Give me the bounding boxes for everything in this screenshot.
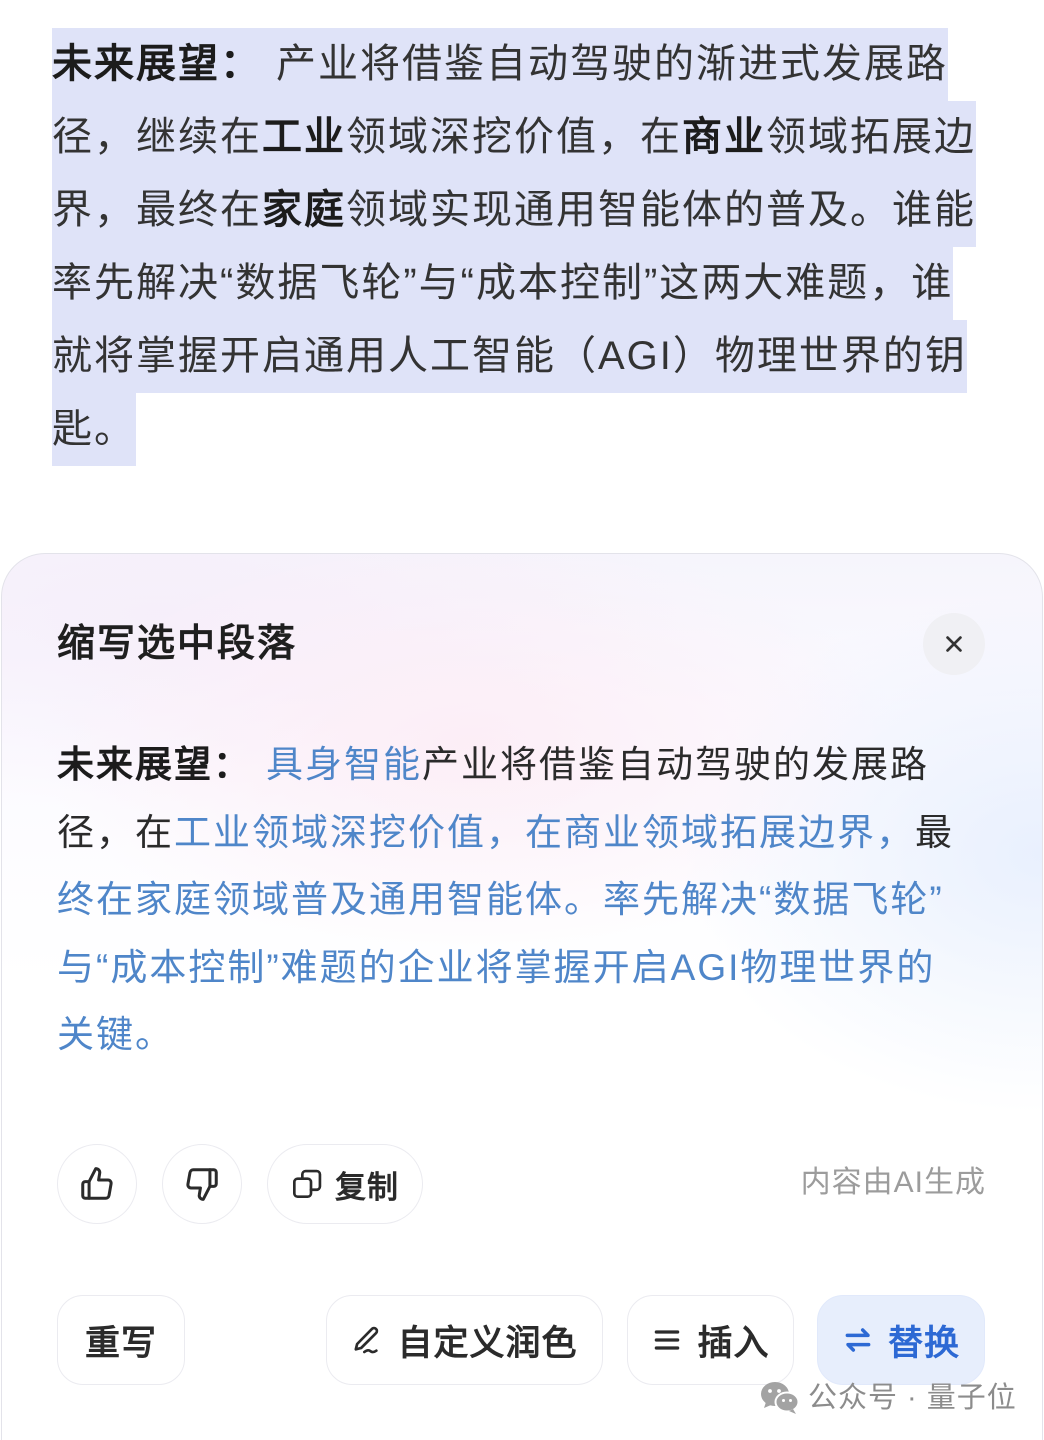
text-segment: 匙。: [52, 407, 136, 451]
result-line: 径，在工业领域深挖价值，在商业领域拓展边界，最: [57, 799, 1017, 867]
watermark: 公众号 · 量子位: [760, 1380, 1017, 1416]
copy-button[interactable]: 复制: [267, 1144, 423, 1224]
text-segment: 最: [915, 811, 954, 853]
revised-text: 具身智能: [266, 744, 422, 785]
revised-text: 工业领域深挖价值，在商业领域拓展边界，: [174, 811, 915, 853]
text-segment: 产业将借鉴自动驾驶的渐进式发展路: [276, 42, 948, 86]
text-segment: 就将掌握开启通用人工智能（AGI）物理世界的钥: [52, 334, 967, 378]
bold-text: 未来展望：: [57, 744, 252, 785]
copy-icon: [293, 1169, 322, 1198]
dislike-button[interactable]: [162, 1144, 242, 1224]
text-segment: 径，在: [57, 811, 174, 853]
paragraph-line: 界，最终在家庭领域实现通用智能体的普及。谁能: [52, 174, 1044, 247]
bold-text: 工业: [262, 115, 346, 159]
paragraph-line: 率先解决“数据飞轮”与“成本控制”这两大难题，谁: [52, 247, 1044, 320]
close-button[interactable]: [923, 613, 985, 675]
selection-highlight: 匙。: [52, 393, 136, 466]
revised-text: 与“成本控制”难题的企业将掌握开启AGI物理世界的: [57, 946, 936, 988]
bold-text: 家庭: [262, 188, 346, 232]
insert-label: 插入: [697, 1323, 770, 1363]
custom-polish-label: 自定义润色: [397, 1323, 578, 1363]
paragraph-line: 径，继续在工业领域深挖价值，在商业领域拓展边: [52, 101, 1044, 174]
bold-text: 商业: [682, 115, 766, 159]
ai-generated-notice: 内容由AI生成: [800, 1166, 986, 1199]
panel-title: 缩写选中段落: [57, 623, 298, 665]
thumbs-up-icon: [81, 1167, 113, 1200]
list-icon: [655, 1330, 680, 1350]
condensed-result-text: 未来展望： 具身智能产业将借鉴自动驾驶的发展路 径，在工业领域深挖价值，在商业领域…: [57, 731, 1017, 1069]
paragraph-line: 未来展望： 产业将借鉴自动驾驶的渐进式发展路: [52, 28, 1044, 101]
watermark-text: 公众号 · 量子位: [808, 1382, 1017, 1414]
text-segment: 领域实现通用智能体的普及。谁能: [346, 188, 976, 232]
revised-text: 终在家庭领域普及通用智能体。率先解决“数据飞轮”: [57, 879, 944, 920]
text-segment: 径，继续在: [52, 115, 262, 159]
copy-label: 复制: [335, 1169, 399, 1205]
like-button[interactable]: [57, 1144, 137, 1224]
thumbs-down-icon: [186, 1168, 218, 1201]
selection-highlight: 就将掌握开启通用人工智能（AGI）物理世界的钥: [52, 320, 967, 393]
selection-highlight: 径，继续在工业领域深挖价值，在商业领域拓展边: [52, 101, 976, 174]
revised-text: 关键。: [57, 1014, 174, 1055]
text-segment: 领域拓展边: [766, 115, 976, 159]
selection-highlight: 界，最终在家庭领域实现通用智能体的普及。谁能: [52, 174, 976, 247]
replace-label: 替换: [887, 1323, 960, 1363]
custom-polish-button[interactable]: 自定义润色: [326, 1295, 603, 1385]
replace-button[interactable]: 替换: [817, 1295, 985, 1385]
result-line: 未来展望： 具身智能产业将借鉴自动驾驶的发展路: [57, 731, 1017, 799]
result-line: 关键。: [57, 1001, 1017, 1069]
selection-highlight: 未来展望： 产业将借鉴自动驾驶的渐进式发展路: [52, 28, 948, 101]
selected-paragraph[interactable]: 未来展望： 产业将借鉴自动驾驶的渐进式发展路 径，继续在工业领域深挖价值，在商业领…: [52, 28, 1044, 466]
rewrite-label: 重写: [84, 1323, 157, 1363]
paragraph-line: 匙。: [52, 393, 1044, 466]
text-segment: 率先解决“数据飞轮”与“成本控制”这两大难题，谁: [52, 261, 954, 305]
result-line: 终在家庭领域普及通用智能体。率先解决“数据飞轮”: [57, 866, 1017, 934]
paragraph-line: 就将掌握开启通用人工智能（AGI）物理世界的钥: [52, 320, 1044, 393]
close-icon: [946, 636, 962, 652]
rewrite-button[interactable]: 重写: [57, 1295, 185, 1385]
text-segment: 界，最终在: [52, 188, 262, 232]
bold-text: 未来展望：: [52, 42, 262, 86]
insert-button[interactable]: 插入: [627, 1295, 794, 1385]
result-line: 与“成本控制”难题的企业将掌握开启AGI物理世界的: [57, 934, 1017, 1002]
swap-icon: [845, 1328, 871, 1352]
pen-icon: [354, 1326, 379, 1354]
selection-highlight: 率先解决“数据飞轮”与“成本控制”这两大难题，谁: [52, 247, 954, 320]
text-segment: 领域深挖价值，在: [346, 115, 682, 159]
text-segment: 产业将借鉴自动驾驶的发展路: [422, 744, 929, 785]
wechat-icon: [761, 1382, 800, 1414]
condense-panel: 缩写选中段落 未来展望： 具身智能产业将借鉴自动驾驶的发展路 径，在工业领域深挖价…: [1, 553, 1043, 1440]
